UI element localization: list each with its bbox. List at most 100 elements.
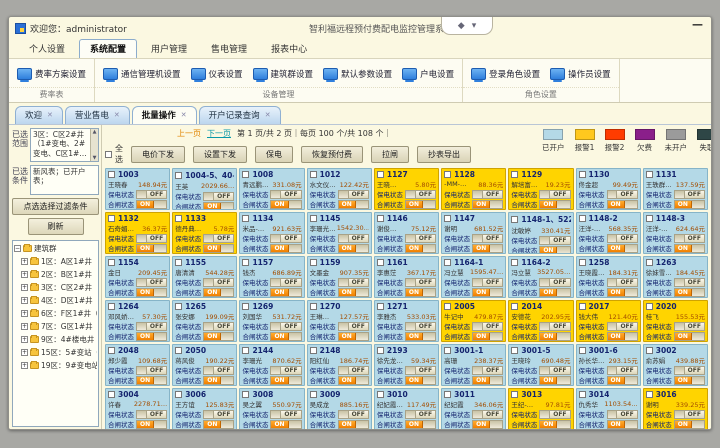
card-checkbox[interactable] — [242, 347, 249, 354]
card-checkbox[interactable] — [310, 171, 317, 178]
expand-icon[interactable]: + — [21, 336, 28, 343]
switch-toggle[interactable]: ON — [203, 288, 234, 297]
off-state[interactable]: OFF — [549, 367, 569, 374]
on-state[interactable]: ON — [271, 377, 288, 384]
card-checkbox[interactable] — [579, 347, 586, 354]
off-state[interactable]: OFF — [616, 323, 636, 330]
on-state[interactable]: ON — [137, 333, 154, 340]
action-button-保电[interactable]: 保电 — [255, 146, 293, 163]
card-checkbox[interactable] — [108, 303, 115, 310]
power-keep-toggle[interactable]: OFF — [203, 234, 234, 243]
switch-toggle[interactable]: ON — [203, 202, 234, 211]
switch-toggle[interactable]: ON — [539, 200, 570, 209]
switch-toggle[interactable]: ON — [405, 244, 436, 253]
switch-toggle[interactable]: ON — [674, 200, 705, 209]
off-state[interactable]: OFF — [684, 323, 704, 330]
power-keep-toggle[interactable]: OFF — [203, 366, 234, 375]
tree-node[interactable]: +4区：D区1#井（D区… — [14, 295, 97, 306]
refresh-button[interactable]: 刷新 — [28, 218, 84, 235]
on-state[interactable]: ON — [473, 377, 490, 384]
off-state[interactable]: OFF — [684, 411, 704, 418]
on-state[interactable]: ON — [339, 289, 356, 296]
power-keep-toggle[interactable]: OFF — [338, 410, 369, 419]
switch-toggle[interactable]: ON — [472, 420, 503, 429]
tab-批量操作[interactable]: 批量操作✕ — [132, 106, 197, 124]
power-keep-toggle[interactable]: OFF — [472, 410, 503, 419]
on-state[interactable]: ON — [271, 201, 288, 208]
card-checkbox[interactable] — [108, 259, 115, 266]
power-keep-toggle[interactable]: OFF — [674, 322, 705, 331]
on-state[interactable]: ON — [406, 333, 423, 340]
off-state[interactable]: OFF — [280, 411, 300, 418]
card-checkbox[interactable] — [175, 303, 182, 310]
switch-toggle[interactable]: ON — [472, 244, 503, 253]
on-state[interactable]: ON — [271, 245, 288, 252]
action-button-设置下发[interactable]: 设置下发 — [193, 146, 247, 163]
power-keep-toggle[interactable]: OFF — [405, 322, 436, 331]
switch-toggle[interactable]: ON — [607, 288, 638, 297]
off-state[interactable]: OFF — [348, 235, 368, 242]
off-state[interactable]: OFF — [482, 279, 502, 286]
on-state[interactable]: ON — [608, 421, 625, 428]
toolbar-item-费率方案设置[interactable]: 费率方案设置 — [17, 68, 86, 80]
off-state[interactable]: OFF — [146, 235, 166, 242]
off-state[interactable]: OFF — [616, 191, 636, 198]
on-state[interactable]: ON — [339, 201, 356, 208]
skin-icon[interactable]: ◆ — [458, 21, 465, 31]
switch-toggle[interactable]: ON — [338, 376, 369, 385]
off-state[interactable]: OFF — [146, 323, 166, 330]
card-checkbox[interactable] — [175, 347, 182, 354]
card-checkbox[interactable] — [444, 347, 451, 354]
power-keep-toggle[interactable]: OFF — [203, 410, 234, 419]
on-state[interactable]: ON — [540, 247, 557, 254]
switch-toggle[interactable]: ON — [472, 376, 503, 385]
power-keep-toggle[interactable]: OFF — [472, 278, 503, 287]
power-keep-toggle[interactable]: OFF — [539, 410, 570, 419]
switch-toggle[interactable]: ON — [674, 420, 705, 429]
power-keep-toggle[interactable]: OFF — [539, 366, 570, 375]
card-checkbox[interactable] — [444, 171, 451, 178]
on-state[interactable]: ON — [608, 333, 625, 340]
tree-node[interactable]: +2区：B区1#井（B区1… — [14, 269, 97, 280]
card-checkbox[interactable] — [579, 215, 586, 222]
card-checkbox[interactable] — [646, 215, 653, 222]
menu-item-售电管理[interactable]: 售电管理 — [201, 40, 257, 58]
off-state[interactable]: OFF — [280, 279, 300, 286]
card-checkbox[interactable] — [377, 391, 384, 398]
card-checkbox[interactable] — [108, 215, 115, 222]
on-state[interactable]: ON — [473, 245, 490, 252]
switch-toggle[interactable]: ON — [405, 376, 436, 385]
card-checkbox[interactable] — [511, 259, 518, 266]
toolbar-item-登录角色设置[interactable]: 登录角色设置 — [471, 68, 540, 80]
card-checkbox[interactable] — [579, 171, 586, 178]
off-state[interactable]: OFF — [280, 191, 300, 198]
power-keep-toggle[interactable]: OFF — [674, 190, 705, 199]
tree-node[interactable]: +3区：C区2#井（1#… — [14, 282, 97, 293]
off-state[interactable]: OFF — [415, 191, 435, 198]
off-state[interactable]: OFF — [213, 367, 233, 374]
on-state[interactable]: ON — [204, 289, 221, 296]
card-checkbox[interactable] — [310, 259, 317, 266]
switch-toggle[interactable]: ON — [674, 288, 705, 297]
power-keep-toggle[interactable]: OFF — [607, 366, 638, 375]
off-state[interactable]: OFF — [684, 235, 704, 242]
switch-toggle[interactable]: ON — [136, 288, 167, 297]
selected-range-box[interactable]: 3区：C区2#井（1#变电、2#变电、C区1#… ▲▼ — [30, 128, 99, 162]
off-state[interactable]: OFF — [549, 191, 569, 198]
on-state[interactable]: ON — [137, 201, 154, 208]
action-button-抄表导出[interactable]: 抄表导出 — [417, 146, 471, 163]
off-state[interactable]: OFF — [280, 323, 300, 330]
card-checkbox[interactable] — [511, 303, 518, 310]
power-keep-toggle[interactable]: OFF — [338, 234, 369, 243]
menu-item-用户管理[interactable]: 用户管理 — [141, 40, 197, 58]
off-state[interactable]: OFF — [415, 279, 435, 286]
expand-icon[interactable]: + — [21, 310, 28, 317]
on-state[interactable]: ON — [406, 377, 423, 384]
power-keep-toggle[interactable]: OFF — [270, 366, 301, 375]
switch-toggle[interactable]: ON — [338, 332, 369, 341]
select-all-checkbox[interactable] — [105, 151, 112, 158]
power-keep-toggle[interactable]: OFF — [405, 366, 436, 375]
scroll-up-icon[interactable]: ▲ — [93, 129, 97, 135]
power-keep-toggle[interactable]: OFF — [674, 366, 705, 375]
off-state[interactable]: OFF — [482, 323, 502, 330]
